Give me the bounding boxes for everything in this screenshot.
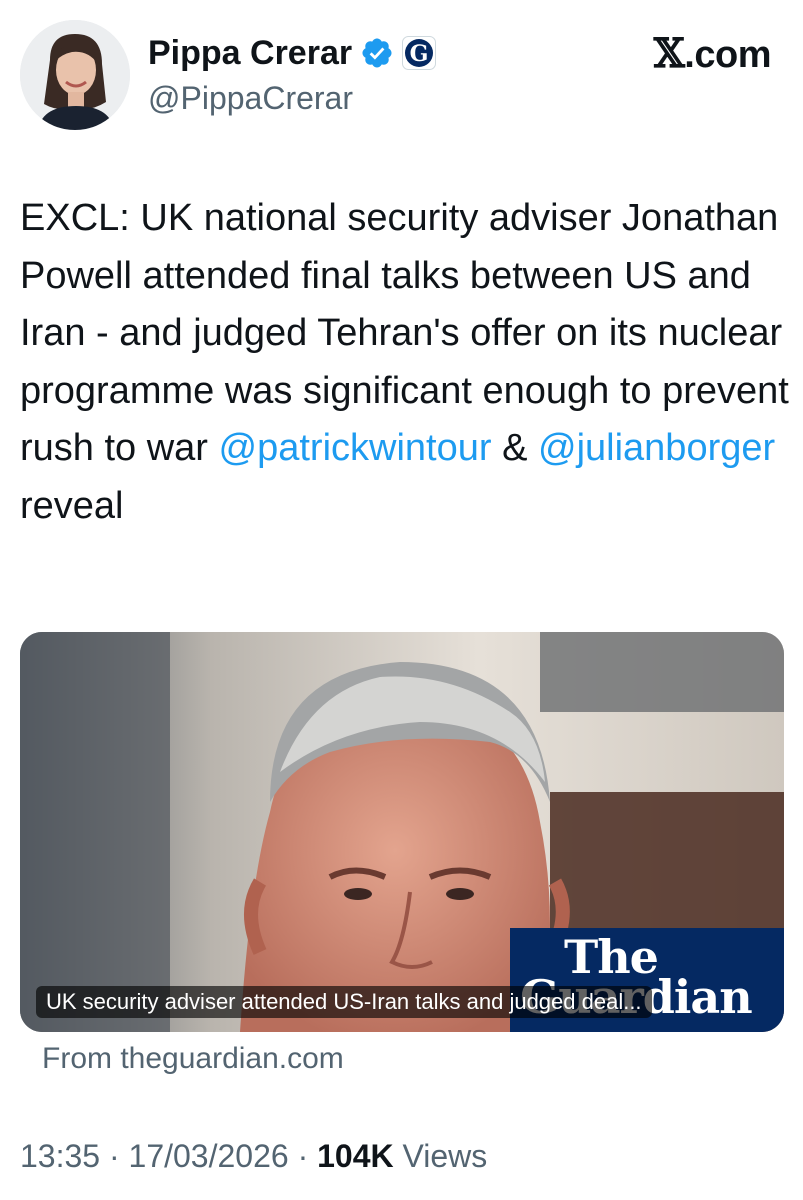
views-label: Views	[393, 1138, 488, 1174]
card-caption[interactable]: UK security adviser attended US-Iran tal…	[36, 986, 652, 1018]
svg-text:G: G	[410, 41, 429, 67]
tweet-header: Pippa Crerar G @PippaCrerar 𝕏.com	[0, 0, 803, 140]
tweet-ending: reveal	[20, 484, 124, 527]
tweet-connector: &	[491, 427, 538, 469]
x-logo-icon: 𝕏	[653, 30, 685, 77]
link-card[interactable]: The Guardian UK security adviser attende…	[20, 632, 784, 1032]
avatar[interactable]	[20, 20, 130, 130]
site-label-suffix: .com	[684, 34, 771, 76]
post-time[interactable]: 13:35	[20, 1138, 100, 1174]
tweet-text: EXCL: UK national security adviser Jonat…	[20, 190, 790, 535]
card-source[interactable]: From theguardian.com	[42, 1042, 344, 1076]
mention-link[interactable]: @julianborger	[538, 427, 775, 469]
avatar-image	[20, 20, 130, 130]
name-row: Pippa Crerar G	[148, 30, 437, 76]
display-name[interactable]: Pippa Crerar	[148, 34, 352, 73]
verified-badge-icon	[360, 36, 394, 70]
meta-separator: ·	[288, 1138, 318, 1174]
post-date[interactable]: 17/03/2026	[129, 1138, 289, 1174]
meta-separator: ·	[100, 1138, 129, 1174]
mention-link[interactable]: @patrickwintour	[219, 427, 492, 469]
site-label: 𝕏.com	[653, 30, 772, 77]
guardian-logo-icon[interactable]: G	[402, 36, 437, 70]
user-handle[interactable]: @PippaCrerar	[148, 80, 353, 117]
views-count[interactable]: 104K	[317, 1138, 394, 1174]
tweet-meta: 13:35 · 17/03/2026 · 104K Views	[20, 1138, 487, 1175]
